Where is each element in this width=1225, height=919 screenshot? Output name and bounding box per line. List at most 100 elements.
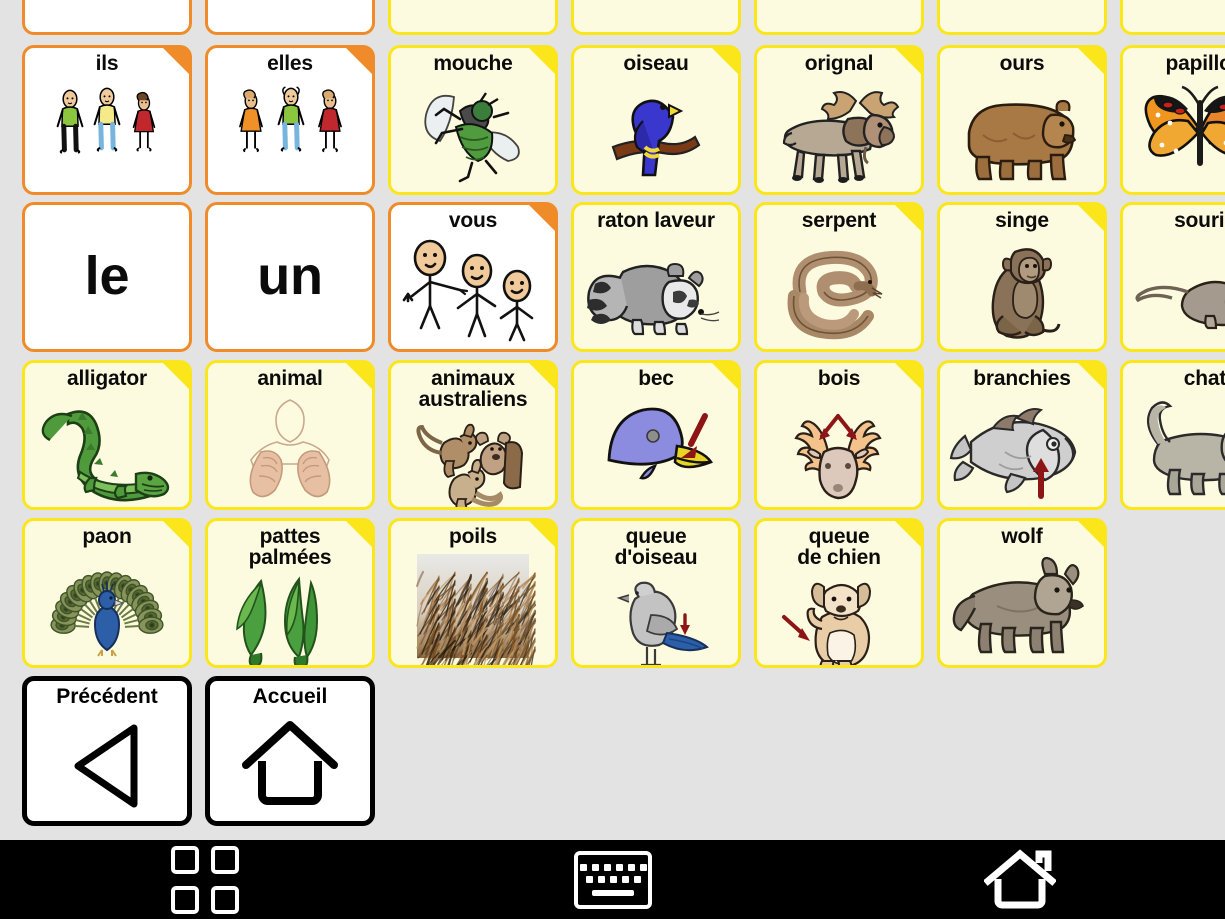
cat-icon: [1123, 389, 1225, 507]
moose-icon: [757, 74, 921, 192]
webbed-feet-icon: [208, 569, 372, 665]
card-bois[interactable]: bois: [754, 360, 924, 510]
card-partial-0-3[interactable]: [571, 0, 741, 35]
card-singe[interactable]: singe: [937, 202, 1107, 352]
card-label: souris: [1174, 209, 1225, 232]
keyboard-button[interactable]: [548, 840, 678, 919]
card-label: vous: [448, 209, 498, 232]
card-label: oiseau: [623, 52, 689, 75]
card-queue-de-chien[interactable]: queue de chien: [754, 518, 924, 668]
card-label: orignal: [804, 52, 874, 75]
three-women-icon: [208, 74, 372, 192]
bird-tail-arrow-icon: [574, 569, 738, 665]
card-label: papillon: [1165, 52, 1220, 75]
card-ils[interactable]: ils: [22, 45, 192, 195]
card-chat[interactable]: chat: [1120, 360, 1225, 510]
back-button[interactable]: Précédent: [22, 676, 192, 826]
bear-icon: [940, 74, 1104, 192]
card-label: ours: [999, 52, 1045, 75]
card-label: poils: [448, 525, 497, 548]
card-un[interactable]: un: [205, 202, 375, 352]
fish-gills-arrow-icon: [940, 389, 1104, 507]
mouse-icon: [1123, 231, 1225, 349]
card-souris[interactable]: souris: [1120, 202, 1225, 352]
kangaroo-koala-icon: [391, 411, 555, 507]
communication-board: ils elles mouche oiseau orignal ours pap…: [0, 0, 1225, 840]
card-papillon[interactable]: papillon: [1120, 45, 1225, 195]
card-label: un: [257, 246, 323, 307]
nav-button-label: Précédent: [56, 685, 158, 708]
paws-partial-icon: [391, 0, 555, 32]
hand-partial-icon: [25, 0, 189, 32]
raccoon-icon: [574, 231, 738, 349]
card-label: serpent: [801, 209, 877, 232]
card-paon[interactable]: paon: [22, 518, 192, 668]
stick-figures-pointing-icon: [391, 231, 555, 349]
fur-photo-icon: [391, 547, 555, 665]
card-animaux-australiens[interactable]: animaux australiens: [388, 360, 558, 510]
card-oiseau[interactable]: oiseau: [571, 45, 741, 195]
card-mouche[interactable]: mouche: [388, 45, 558, 195]
snake-coiled-icon: [757, 231, 921, 349]
card-elles[interactable]: elles: [205, 45, 375, 195]
card-animal[interactable]: animal: [205, 360, 375, 510]
card-label: bec: [638, 367, 674, 390]
legs-partial-icon: [940, 0, 1104, 32]
card-queue-d-oiseau[interactable]: queue d'oiseau: [571, 518, 741, 668]
wolf-icon: [940, 547, 1104, 665]
card-wolf[interactable]: wolf: [937, 518, 1107, 668]
deer-antlers-arrows-icon: [757, 389, 921, 507]
four-squares-icon: [171, 845, 239, 914]
card-label: wolf: [1001, 525, 1043, 548]
fly-icon: [391, 74, 555, 192]
card-label: ils: [95, 52, 119, 75]
card-partial-0-0[interactable]: [22, 0, 192, 35]
card-ours[interactable]: ours: [937, 45, 1107, 195]
monkey-sitting-icon: [940, 231, 1104, 349]
card-label: branchies: [973, 367, 1071, 390]
pointing-partial-icon: [208, 0, 372, 32]
home-board-button[interactable]: Accueil: [205, 676, 375, 826]
card-label: chat: [1183, 367, 1225, 390]
card-partial-0-6[interactable]: [1120, 0, 1225, 35]
card-label: bois: [817, 367, 861, 390]
android-system-bar: [0, 840, 1225, 919]
card-label: singe: [995, 209, 1049, 232]
card-poils[interactable]: poils: [388, 518, 558, 668]
card-vous[interactable]: vous: [388, 202, 558, 352]
left-triangle-icon: [27, 709, 187, 821]
card-partial-0-2[interactable]: [388, 0, 558, 35]
peacock-icon: [25, 547, 189, 665]
card-orignal[interactable]: orignal: [754, 45, 924, 195]
card-label: queue de chien: [797, 525, 881, 570]
dog-tail-arrow-icon: [757, 569, 921, 665]
card-le[interactable]: le: [22, 202, 192, 352]
card-partial-0-4[interactable]: [754, 0, 924, 35]
card-label: le: [84, 246, 130, 307]
alligator-icon: [25, 389, 189, 507]
card-partial-0-1[interactable]: [205, 0, 375, 35]
hooves-partial-icon: [574, 0, 738, 32]
card-partial-0-5[interactable]: [937, 0, 1107, 35]
house-outline-icon: [210, 709, 370, 821]
card-label: animal: [257, 367, 323, 390]
home-button[interactable]: [955, 840, 1085, 919]
card-raton-laveur[interactable]: raton laveur: [571, 202, 741, 352]
card-serpent[interactable]: serpent: [754, 202, 924, 352]
card-label: pattes palmées: [248, 525, 332, 570]
card-label: animaux australiens: [418, 367, 528, 412]
keyboard-icon: [574, 850, 652, 909]
card-pattes-palmées[interactable]: pattes palmées: [205, 518, 375, 668]
card-alligator[interactable]: alligator: [22, 360, 192, 510]
card-bec[interactable]: bec: [571, 360, 741, 510]
card-label: raton laveur: [597, 209, 715, 232]
fins-partial-icon: [1123, 0, 1225, 32]
card-branchies[interactable]: branchies: [937, 360, 1107, 510]
card-label: mouche: [433, 52, 513, 75]
recent-apps-button[interactable]: [140, 840, 270, 919]
blue-bird-on-branch-icon: [574, 74, 738, 192]
card-label: elles: [267, 52, 313, 75]
nav-button-label: Accueil: [252, 685, 328, 708]
tail-partial-icon: [757, 0, 921, 32]
card-label: queue d'oiseau: [614, 525, 698, 570]
